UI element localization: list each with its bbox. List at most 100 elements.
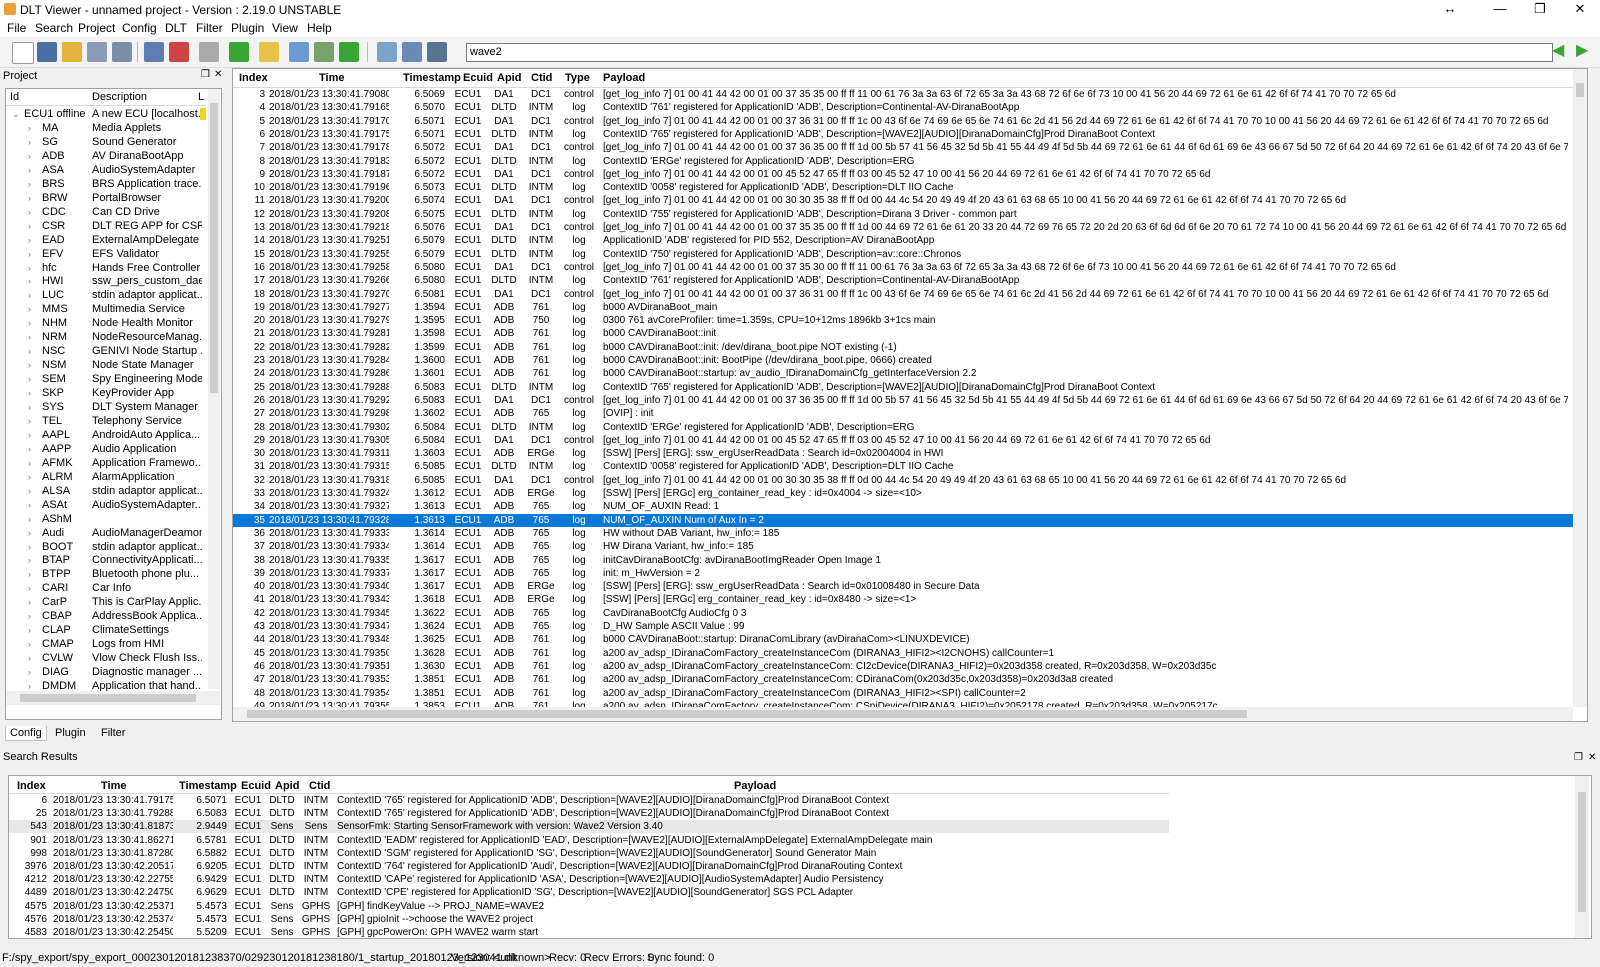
log-row[interactable]: 24 2018/01/23 13:30:41.792860 1.3601 ECU1 AD…	[233, 367, 1585, 380]
find-next-arrow-icon[interactable]: ▶	[1576, 43, 1588, 59]
search-result-row[interactable]: 4576 2018/01/23 13:30:42.253745 5.4573 ECU1…	[9, 913, 1169, 926]
menu-view[interactable]: View	[272, 21, 298, 35]
project-app-item[interactable]: › ALSA stdin adaptor applicat...	[6, 484, 206, 498]
collapse-arrow-icon[interactable]: ›	[28, 233, 31, 247]
project-app-item[interactable]: › CarP This is CarPlay Applic...	[6, 595, 206, 609]
sr-column-index[interactable]: Index	[17, 780, 46, 792]
menu-help[interactable]: Help	[307, 21, 332, 35]
column-index[interactable]: Index	[239, 72, 268, 84]
save-as-icon[interactable]	[112, 42, 132, 62]
search-result-row[interactable]: 4212 2018/01/23 13:30:42.227556 6.9429 ECU1…	[9, 873, 1169, 886]
sr-column-timestamp[interactable]: Timestamp	[179, 780, 237, 792]
project-app-item[interactable]: › AAPL AndroidAuto Applica...	[6, 428, 206, 442]
project-app-item[interactable]: › EFV EFS Validator	[6, 247, 206, 261]
search-dock-float-icon[interactable]: ❐	[1574, 752, 1583, 763]
log-row[interactable]: 32 2018/01/23 13:30:41.793181 6.5085 ECU1 DA…	[233, 474, 1585, 487]
filter-check-icon[interactable]	[314, 42, 334, 62]
project-app-item[interactable]: › AFMK Application Framewo...	[6, 456, 206, 470]
log-row[interactable]: 35 2018/01/23 13:30:41.793288 1.3613 ECU1 AD…	[233, 513, 1585, 527]
search-result-row[interactable]: 543 2018/01/23 13:30:41.818739 2.9449 ECU1 S…	[9, 820, 1169, 834]
clear-icon[interactable]	[62, 42, 82, 62]
menu-dlt[interactable]: DLT	[165, 21, 187, 35]
project-app-item[interactable]: › Audi AudioManagerDeamon	[6, 526, 206, 540]
new-file-icon[interactable]	[12, 42, 34, 64]
project-app-item[interactable]: › AShM	[6, 512, 206, 526]
column-l[interactable]: L	[198, 91, 204, 103]
collapse-arrow-icon[interactable]: ›	[28, 540, 31, 554]
search-result-row[interactable]: 4575 2018/01/23 13:30:42.253719 5.4573 ECU1…	[9, 900, 1169, 913]
search-result-row[interactable]: 6 2018/01/23 13:30:41.791754 6.5071 ECU1 DLT…	[9, 794, 1169, 807]
log-row[interactable]: 41 2018/01/23 13:30:41.793435 1.3618 ECU1 AD…	[233, 593, 1585, 606]
log-row[interactable]: 13 2018/01/23 13:30:41.792185 6.5076 ECU1 DA…	[233, 221, 1585, 234]
project-app-item[interactable]: › TEL Telephony Service	[6, 414, 206, 428]
column-payload[interactable]: Payload	[603, 72, 645, 84]
search-options-icon[interactable]	[427, 42, 447, 62]
collapse-arrow-icon[interactable]: ›	[28, 191, 31, 205]
log-row[interactable]: 33 2018/01/23 13:30:41.793249 1.3612 ECU1 AD…	[233, 487, 1585, 500]
collapse-arrow-icon[interactable]: ›	[28, 163, 31, 177]
menu-project[interactable]: Project	[78, 21, 115, 35]
log-vertical-scrollbar[interactable]	[1573, 69, 1587, 707]
menu-search[interactable]: Search	[35, 21, 73, 35]
collapse-arrow-icon[interactable]: ›	[28, 205, 31, 219]
search-icon[interactable]	[377, 42, 397, 62]
tab-config[interactable]: Config	[5, 726, 47, 741]
log-row[interactable]: 46 2018/01/23 13:30:41.793517 1.3630 ECU1 AD…	[233, 660, 1585, 673]
collapse-arrow-icon[interactable]: ›	[28, 595, 31, 609]
collapse-arrow-icon[interactable]: ›	[28, 400, 31, 414]
log-row[interactable]: 19 2018/01/23 13:30:41.792776 1.3594 ECU1 AD…	[233, 301, 1585, 314]
collapse-arrow-icon[interactable]: ›	[28, 414, 31, 428]
collapse-arrow-icon[interactable]: ›	[28, 247, 31, 261]
settings-icon[interactable]	[259, 42, 279, 62]
log-row[interactable]: 47 2018/01/23 13:30:41.793530 1.3851 ECU1 AD…	[233, 673, 1585, 686]
project-app-item[interactable]: › BOOT stdin adaptor applicat...	[6, 540, 206, 554]
project-app-item[interactable]: › ASA AudioSystemAdapter	[6, 163, 206, 177]
search-result-row[interactable]: 25 2018/01/23 13:30:41.792887 6.5083 ECU1 DL…	[9, 807, 1169, 820]
search-result-row[interactable]: 4489 2018/01/23 13:30:42.247501 6.9629 ECU1…	[9, 886, 1169, 899]
log-row[interactable]: 16 2018/01/23 13:30:41.792588 6.5080 ECU1 DA…	[233, 261, 1585, 274]
search-result-row[interactable]: 4583 2018/01/23 13:30:42.254500 5.5209 ECU1…	[9, 926, 1169, 938]
project-app-item[interactable]: › SYS DLT System Manager	[6, 400, 206, 414]
collapse-arrow-icon[interactable]: ›	[28, 498, 31, 512]
filter-icon[interactable]	[289, 42, 309, 62]
project-app-item[interactable]: › hfc Hands Free Controller	[6, 261, 206, 275]
log-row[interactable]: 22 2018/01/23 13:30:41.792828 1.3599 ECU1 AD…	[233, 341, 1585, 354]
collapse-arrow-icon[interactable]: ›	[28, 219, 31, 233]
sr-column-payload[interactable]: Payload	[734, 780, 776, 792]
collapse-arrow-icon[interactable]: ›	[28, 512, 31, 526]
search-result-row[interactable]: 3976 2018/01/23 13:30:42.205179 6.9205 ECU1…	[9, 860, 1169, 873]
maximize-button[interactable]: ❐	[1520, 0, 1560, 20]
menu-plugin[interactable]: Plugin	[231, 21, 264, 35]
collapse-arrow-icon[interactable]: ›	[28, 330, 31, 344]
dock-close-icon[interactable]: ✕	[214, 69, 222, 80]
log-row[interactable]: 36 2018/01/23 13:30:41.793331 1.3614 ECU1 AD…	[233, 527, 1585, 540]
log-row[interactable]: 26 2018/01/23 13:30:41.792924 6.5083 ECU1 DA…	[233, 394, 1585, 407]
log-row[interactable]: 10 2018/01/23 13:30:41.791963 6.5073 ECU1 DL…	[233, 181, 1585, 194]
search-result-row[interactable]: 998 2018/01/23 13:30:41.872806 6.5882 ECU1 D…	[9, 847, 1169, 860]
project-app-item[interactable]: › DIAG Diagnostic manager ...	[6, 665, 206, 679]
open-file-icon[interactable]	[37, 42, 57, 62]
project-app-item[interactable]: › AAPP Audio Application	[6, 442, 206, 456]
log-row[interactable]: 18 2018/01/23 13:30:41.792703 6.5081 ECU1 DA…	[233, 288, 1585, 301]
collapse-arrow-icon[interactable]: ›	[28, 470, 31, 484]
save-icon[interactable]	[87, 42, 107, 62]
project-app-item[interactable]: › ADB AV DiranaBootApp	[6, 149, 206, 163]
collapse-arrow-icon[interactable]: ›	[28, 386, 31, 400]
log-row[interactable]: 21 2018/01/23 13:30:41.792814 1.3598 ECU1 AD…	[233, 327, 1585, 340]
menu-filter[interactable]: Filter	[196, 21, 223, 35]
log-row[interactable]: 40 2018/01/23 13:30:41.793405 1.3617 ECU1 AD…	[233, 580, 1585, 593]
collapse-arrow-icon[interactable]: ›	[28, 274, 31, 288]
log-row[interactable]: 17 2018/01/23 13:30:41.792661 6.5080 ECU1 DL…	[233, 274, 1585, 287]
project-app-item[interactable]: › CMAP Logs from HMI	[6, 637, 206, 651]
log-row[interactable]: 23 2018/01/23 13:30:41.792845 1.3600 ECU1 AD…	[233, 354, 1585, 367]
project-app-item[interactable]: › CBAP AddressBook Applica...	[6, 609, 206, 623]
project-vertical-scrollbar[interactable]	[208, 89, 220, 689]
collapse-arrow-icon[interactable]: ›	[28, 623, 31, 637]
log-row[interactable]: 7 2018/01/23 13:30:41.791787 6.5072 ECU1 DA1…	[233, 141, 1585, 154]
log-row[interactable]: 25 2018/01/23 13:30:41.792887 6.5083 ECU1 DL…	[233, 381, 1585, 394]
column-ecuid[interactable]: Ecuid	[463, 72, 493, 84]
log-row[interactable]: 39 2018/01/23 13:30:41.793372 1.3617 ECU1 AD…	[233, 567, 1585, 580]
project-app-item[interactable]: › LUC stdin adaptor applicat...	[6, 288, 206, 302]
log-row[interactable]: 45 2018/01/23 13:30:41.793501 1.3628 ECU1 AD…	[233, 647, 1585, 660]
project-app-item[interactable]: › BRW PortalBrowser	[6, 191, 206, 205]
